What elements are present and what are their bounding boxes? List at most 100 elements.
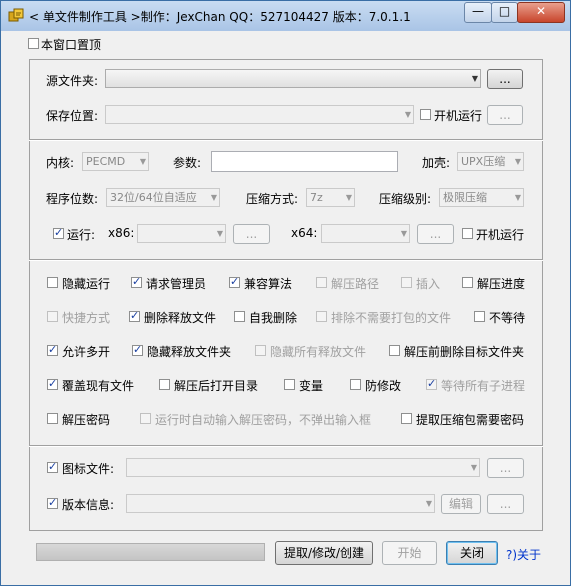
chevron-down-icon: ▼ [400,229,407,238]
extract-need-password-label: 提取压缩包需要密码 [416,413,525,427]
allow-multi-label: 允许多开 [62,345,111,359]
shortcut-label: 快捷方式 [62,311,111,325]
delete-target-folder-checkbox[interactable] [389,345,400,356]
run-startup-checkbox[interactable] [462,228,473,239]
edit-button[interactable]: 编辑 [441,494,481,514]
hide-all-released-checkbox[interactable] [255,345,266,356]
wait-children-checkbox[interactable] [426,377,437,390]
maximize-button[interactable]: □ [491,2,518,23]
chevron-down-icon: ▼ [470,463,477,472]
variable-label: 变量 [299,379,324,393]
extract-need-password-checkbox[interactable] [401,413,412,424]
minimize-button[interactable]: — [464,2,492,23]
variable-checkbox[interactable] [284,379,295,390]
source-browse-button[interactable]: ... [487,69,523,89]
icon-file-checkbox[interactable] [47,460,58,473]
hide-all-released-label: 隐藏所有释放文件 [270,345,367,359]
overwrite-checkbox[interactable] [47,377,58,390]
run-startup-label: 开机运行 [476,228,525,242]
exclude-files-label: 排除不需要打包的文件 [331,311,452,325]
extract-modify-create-button[interactable]: 提取/修改/创建 [275,541,373,565]
chevron-down-icon: ▼ [345,193,352,202]
version-browse-button[interactable]: ... [487,494,524,514]
auto-password-checkbox[interactable] [140,413,151,424]
shortcut-checkbox[interactable] [47,311,58,322]
shell-combo[interactable]: UPX压缩 ▼ [457,152,524,171]
extract-path-checkbox[interactable] [316,277,327,288]
no-wait-checkbox[interactable] [474,311,485,322]
level-combo[interactable]: 极限压缩 ▼ [439,188,524,207]
open-after-checkbox[interactable] [159,379,170,390]
close-button[interactable]: 关闭 [446,541,498,565]
anti-modify-checkbox[interactable] [350,379,361,390]
icon-file-label: 图标文件: [62,462,115,476]
overwrite-label: 覆盖现有文件 [62,379,135,393]
delete-released-checkbox[interactable] [129,309,140,322]
extract-password-checkbox[interactable] [47,413,58,424]
topmost-checkbox[interactable] [28,38,39,49]
close-window-button[interactable]: ✕ [517,2,565,23]
version-info-label: 版本信息: [62,498,115,512]
hide-run-checkbox[interactable] [47,277,58,288]
x86-combo[interactable]: ▼ [137,224,226,243]
extract-progress-checkbox[interactable] [462,277,473,288]
title-bar[interactable]: < 单文件制作工具 >制作：JexChan QQ：527104427 版本：7.… [1,1,570,31]
hide-run-label: 隐藏运行 [62,277,111,291]
hide-released-folder-label: 隐藏释放文件夹 [147,345,232,359]
run-checkbox[interactable] [53,226,64,239]
about-link[interactable]: ?)关于 [506,546,541,563]
request-admin-checkbox[interactable] [131,275,142,288]
chevron-down-icon: ▼ [210,193,217,202]
chevron-down-icon: ▼ [404,110,411,119]
run-label: 运行: [67,228,96,242]
save-location-combo[interactable]: ▼ [105,105,414,124]
chevron-down-icon: ▼ [514,193,521,202]
icon-file-combo[interactable]: ▼ [126,458,480,477]
method-value: 7z [310,191,323,204]
version-info-combo[interactable]: ▼ [126,494,435,513]
self-delete-label: 自我删除 [249,311,298,325]
chevron-down-icon: ▼ [139,157,146,166]
extract-path-label: 解压路径 [331,277,380,291]
kernel-label: 内核: [46,156,75,170]
extract-progress-label: 解压进度 [477,277,526,291]
level-label: 压缩级别: [379,192,432,206]
bits-label: 程序位数: [46,192,99,206]
start-button[interactable]: 开始 [382,541,437,565]
app-icon [8,8,24,22]
bits-combo[interactable]: 32位/64位自适应 ▼ [106,188,220,207]
x64-combo[interactable]: ▼ [321,224,410,243]
method-label: 压缩方式: [246,192,299,206]
bits-value: 32位/64位自适应 [110,191,197,204]
x86-label: x86: [108,226,135,240]
x64-label: x64: [291,226,318,240]
source-folder-label: 源文件夹: [46,74,99,88]
exclude-files-checkbox[interactable] [316,311,327,322]
insert-label: 插入 [416,277,441,291]
auto-password-label: 运行时自动输入解压密码，不弹出输入框 [155,413,372,427]
kernel-combo[interactable]: PECMD ▼ [82,152,149,171]
hide-released-folder-checkbox[interactable] [132,343,143,356]
allow-multi-checkbox[interactable] [47,343,58,356]
params-input[interactable] [211,151,398,172]
delete-target-folder-label: 解压前删除目标文件夹 [404,345,525,359]
topmost-label: 本窗口置顶 [41,38,102,52]
icon-browse-button[interactable]: ... [487,458,524,478]
source-folder-combo[interactable]: ▼ [105,69,481,88]
method-combo[interactable]: 7z ▼ [306,188,355,207]
version-info-checkbox[interactable] [47,496,58,509]
open-after-label: 解压后打开目录 [174,379,259,393]
divider [29,445,543,447]
chevron-down-icon: ▼ [514,157,521,166]
startup-checkbox[interactable] [420,109,431,120]
wait-children-label: 等待所有子进程 [441,379,526,393]
x64-browse-button[interactable]: ... [417,224,454,244]
x86-browse-button[interactable]: ... [233,224,270,244]
insert-checkbox[interactable] [401,277,412,288]
save-browse-button[interactable]: ... [487,105,523,125]
compat-checkbox[interactable] [229,275,240,288]
level-value: 极限压缩 [443,191,487,204]
app-window: < 单文件制作工具 >制作：JexChan QQ：527104427 版本：7.… [0,0,571,586]
self-delete-checkbox[interactable] [234,311,245,322]
no-wait-label: 不等待 [489,311,526,325]
